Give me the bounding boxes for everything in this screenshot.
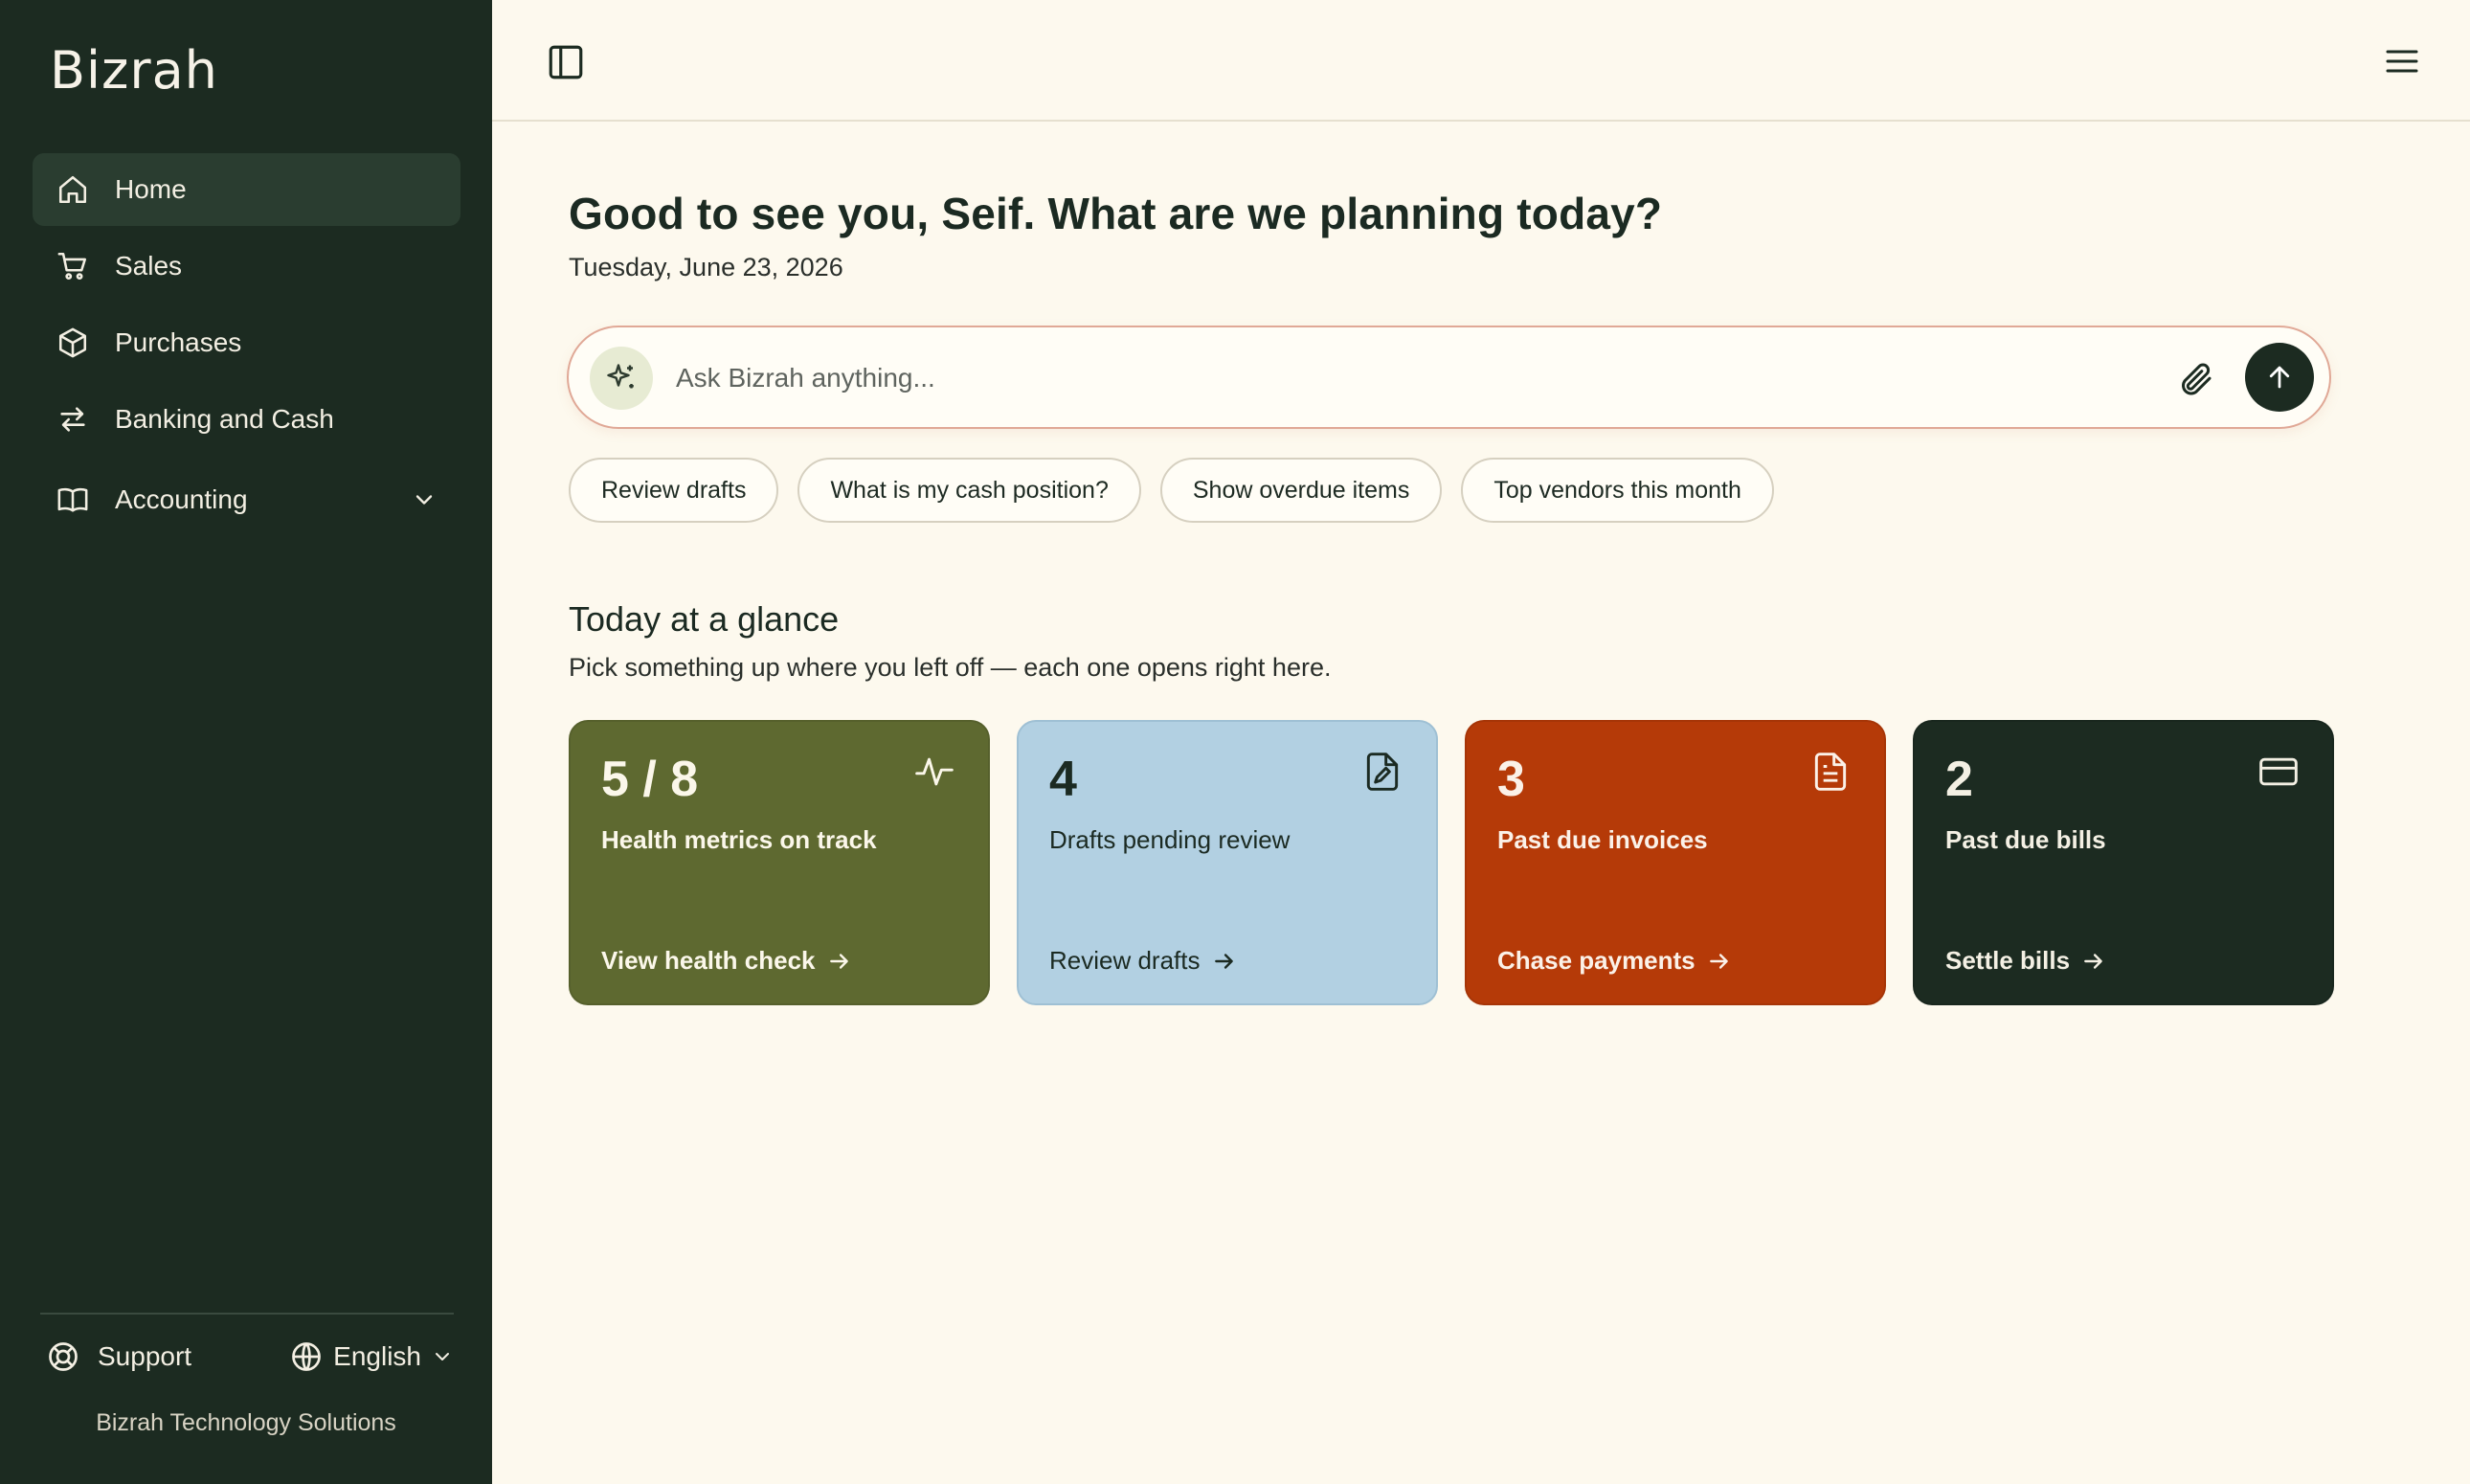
sidebar-item-home[interactable]: Home	[33, 153, 460, 226]
home-icon	[56, 172, 90, 207]
globe-icon	[292, 1342, 322, 1371]
sidebar-item-label: Home	[115, 174, 187, 204]
sidebar-item-banking[interactable]: Banking and Cash	[33, 383, 460, 456]
lifebuoy-icon	[49, 1342, 78, 1371]
send-button[interactable]	[2245, 343, 2314, 412]
card-label: Drafts pending review	[1049, 825, 1291, 854]
card-cta[interactable]: Review drafts	[1049, 946, 1237, 976]
card-number: 5 / 8	[601, 752, 699, 807]
sidebar-item-accounting[interactable]: Accounting	[33, 463, 460, 536]
current-date: Tuesday, June 23, 2026	[569, 253, 843, 281]
sidebar: Bizrah Home Sales Purchases Banking and …	[0, 0, 492, 1484]
arrow-right-icon	[829, 953, 848, 969]
transfer-icon	[56, 402, 90, 437]
sidebar-item-purchases[interactable]: Purchases	[33, 306, 460, 379]
cta-label: Settle bills	[1945, 946, 2071, 975]
card-drafts-pending[interactable]: 4 Drafts pending review Review drafts	[1017, 720, 1438, 1005]
card-past-due-invoices[interactable]: 3 Past due invoices Chase payments	[1465, 720, 1886, 1005]
company-name: Bizrah Technology Solutions	[96, 1409, 396, 1436]
arrow-right-icon	[2084, 953, 2102, 969]
chip-review-drafts[interactable]: Review drafts	[569, 458, 779, 523]
credit-card-icon	[2259, 757, 2298, 786]
card-number: 4	[1049, 752, 1077, 807]
card-health-metrics[interactable]: 5 / 8 Health metrics on track View healt…	[569, 720, 990, 1005]
pulse-icon	[915, 757, 954, 786]
glance-cards: 5 / 8 Health metrics on track View healt…	[569, 720, 2334, 1005]
chip-overdue-items[interactable]: Show overdue items	[1159, 458, 1443, 523]
support-link[interactable]: Support	[46, 1339, 191, 1374]
sidebar-toggle-icon[interactable]	[546, 42, 586, 82]
box-icon	[56, 326, 90, 360]
sidebar-item-label: Accounting	[115, 484, 248, 514]
book-icon	[56, 483, 90, 517]
sidebar-item-label: Purchases	[115, 327, 242, 357]
sidebar-item-label: Banking and Cash	[115, 404, 334, 434]
sidebar-item-label: Sales	[115, 251, 183, 281]
sidebar-item-sales[interactable]: Sales	[33, 230, 460, 303]
chip-cash-position[interactable]: What is my cash position?	[797, 458, 1141, 523]
sidebar-nav: Home Sales Purchases Banking and Cash Ac…	[33, 153, 460, 540]
file-edit-icon	[1366, 753, 1399, 791]
card-label: Health metrics on track	[601, 825, 877, 854]
paperclip-icon[interactable]	[2176, 360, 2214, 398]
topbar	[492, 0, 2470, 122]
card-label: Past due bills	[1945, 825, 2106, 854]
glance-subtitle: Pick something up where you left off — e…	[569, 653, 1332, 682]
cta-label: Chase payments	[1497, 946, 1695, 975]
chevron-down-icon[interactable]	[411, 486, 438, 513]
chip-top-vendors[interactable]: Top vendors this month	[1461, 458, 1774, 523]
sparkle-icon	[590, 347, 653, 410]
cart-icon	[56, 249, 90, 283]
card-past-due-bills[interactable]: 2 Past due bills Settle bills	[1913, 720, 2334, 1005]
suggestion-chips: Review drafts What is my cash position? …	[569, 458, 1774, 523]
arrow-up-icon	[2269, 366, 2290, 389]
page-title: Good to see you, Seif. What are we plann…	[569, 189, 1663, 238]
sidebar-divider	[40, 1313, 454, 1315]
arrow-right-icon	[1709, 953, 1728, 969]
cta-label: View health check	[601, 946, 816, 975]
card-label: Past due invoices	[1497, 825, 1708, 854]
ask-input[interactable]	[676, 354, 2112, 402]
cta-label: Review drafts	[1049, 946, 1201, 975]
card-number: 2	[1945, 752, 1973, 807]
card-cta[interactable]: Settle bills	[1945, 946, 2106, 976]
language-selector[interactable]: English	[289, 1339, 454, 1374]
arrow-right-icon	[1214, 953, 1233, 969]
language-label: English	[333, 1341, 421, 1371]
brand-logo[interactable]: Bizrah	[50, 40, 218, 101]
card-number: 3	[1497, 752, 1525, 807]
ask-bar	[567, 326, 2331, 429]
menu-icon[interactable]	[2382, 42, 2422, 80]
sidebar-footer: Support English	[46, 1333, 454, 1381]
card-cta[interactable]: Chase payments	[1497, 946, 1732, 976]
glance-title: Today at a glance	[569, 599, 840, 639]
support-label: Support	[98, 1341, 192, 1371]
document-icon	[1814, 753, 1847, 791]
card-cta[interactable]: View health check	[601, 946, 852, 976]
chevron-down-icon	[436, 1353, 449, 1360]
